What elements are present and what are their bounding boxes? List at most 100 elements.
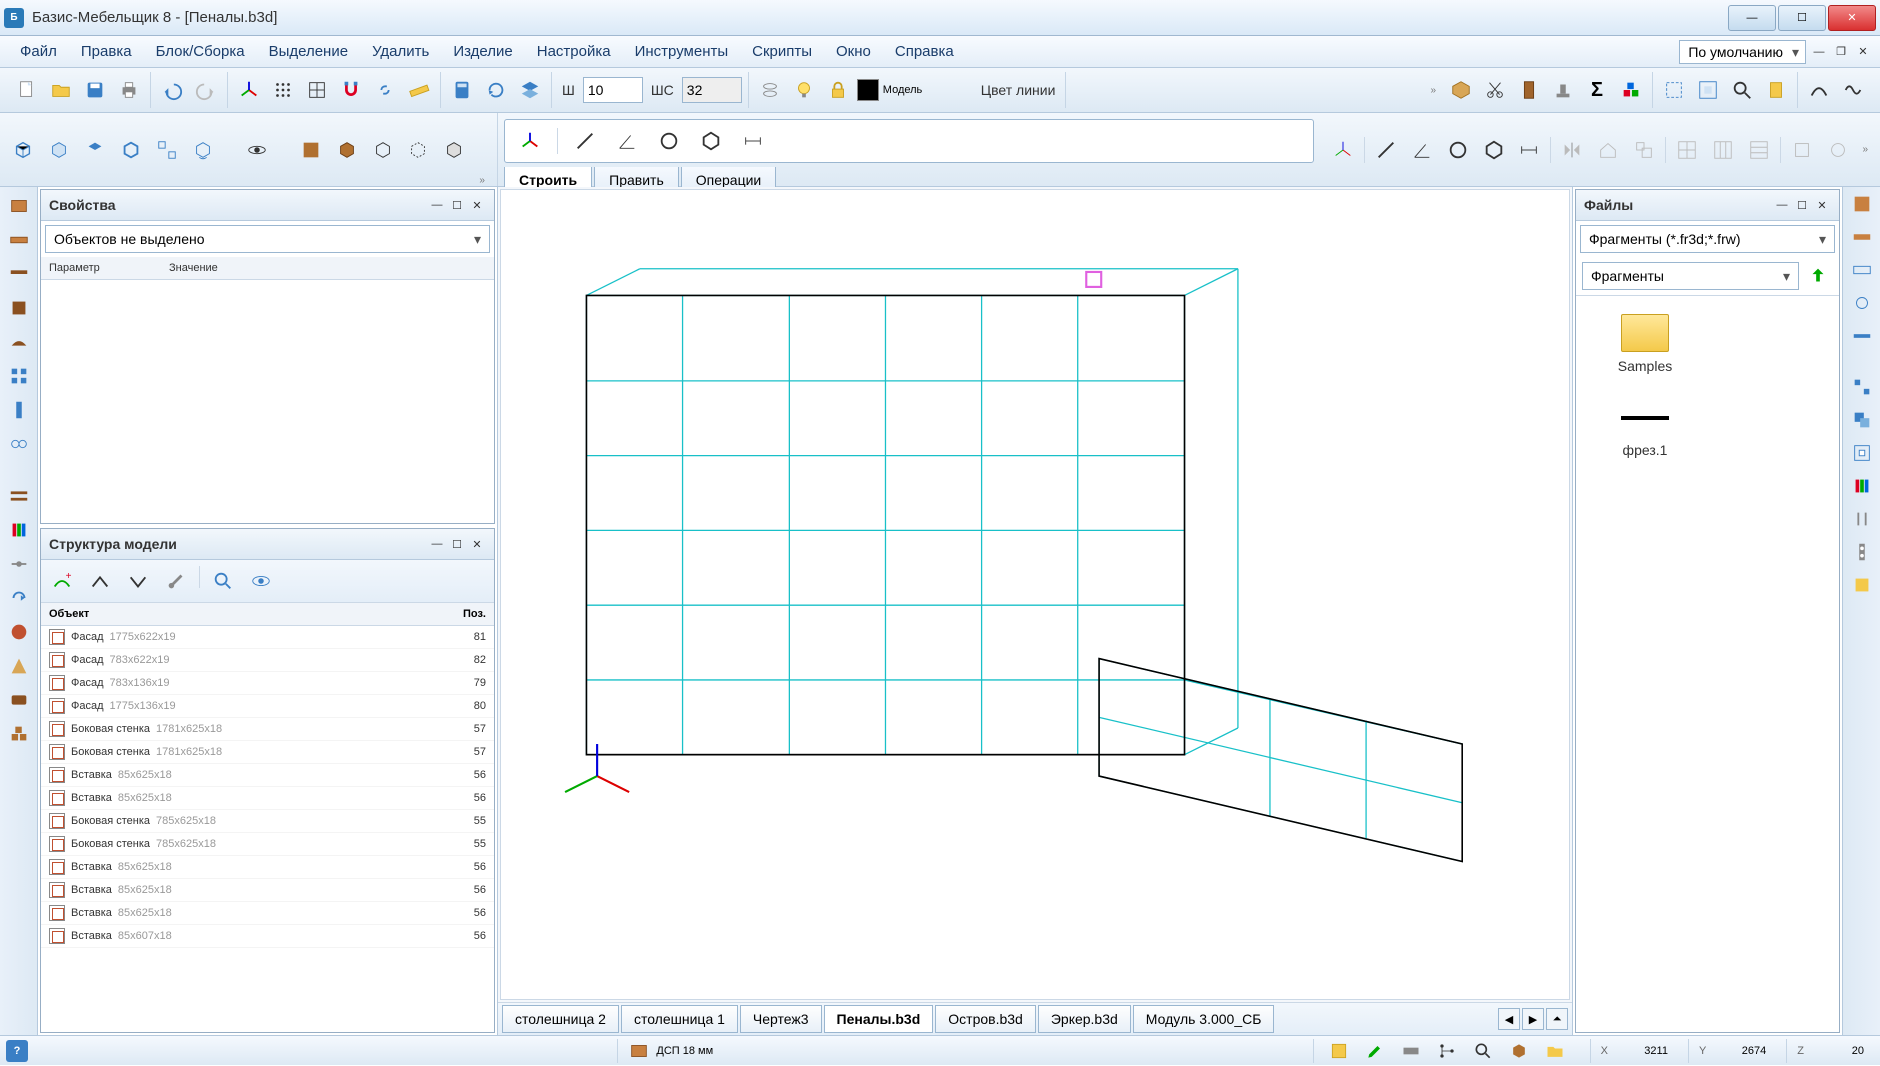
status-zoom-button[interactable] xyxy=(1468,1036,1498,1066)
cube-rotate-button[interactable] xyxy=(188,135,218,165)
doc-tab[interactable]: Эркер.b3d xyxy=(1038,1005,1131,1033)
structure-row[interactable]: Боковая стенка 785x625x18 55 xyxy=(41,810,494,833)
rstrip-edge-icon[interactable] xyxy=(1851,325,1873,350)
doc-tab[interactable]: Модуль 3.000_СБ xyxy=(1133,1005,1275,1033)
lock-button[interactable] xyxy=(823,75,853,105)
new-file-button[interactable] xyxy=(12,75,42,105)
status-select-button[interactable] xyxy=(1324,1036,1354,1066)
menu-tools[interactable]: Инструменты xyxy=(623,37,741,66)
structure-row[interactable]: Фасад 1775x136x19 80 xyxy=(41,695,494,718)
curve-button[interactable] xyxy=(1804,75,1834,105)
strip-link-icon[interactable] xyxy=(6,431,32,457)
door-button[interactable] xyxy=(1514,75,1544,105)
wireframe-button[interactable] xyxy=(368,135,398,165)
status-keys-button[interactable] xyxy=(1396,1036,1426,1066)
cut-button[interactable] xyxy=(1480,75,1510,105)
strip-sphere-icon[interactable] xyxy=(6,619,32,645)
strip-books-icon[interactable] xyxy=(6,517,32,543)
mdi-minimize-button[interactable]: — xyxy=(1810,43,1828,61)
cube-explode-button[interactable] xyxy=(152,135,182,165)
cube-iso-button[interactable] xyxy=(116,135,146,165)
struct-up-button[interactable] xyxy=(85,566,115,596)
panel-minimize-button[interactable]: — xyxy=(1773,196,1791,214)
dimension-tool[interactable] xyxy=(738,126,768,156)
strip-block-icon[interactable] xyxy=(6,295,32,321)
save-button[interactable] xyxy=(80,75,110,105)
structure-row[interactable]: Боковая стенка 1781x625x18 57 xyxy=(41,741,494,764)
struct-add-button[interactable]: + xyxy=(47,566,77,596)
dim3d-tool[interactable] xyxy=(1514,135,1544,165)
status-box-button[interactable] xyxy=(1504,1036,1534,1066)
print-button[interactable] xyxy=(114,75,144,105)
misc2-button[interactable] xyxy=(1823,135,1853,165)
structure-row[interactable]: Вставка 85x625x18 56 xyxy=(41,856,494,879)
measure-button[interactable] xyxy=(404,75,434,105)
structure-row[interactable]: Фасад 783x622x19 82 xyxy=(41,649,494,672)
plane-tool[interactable] xyxy=(1328,135,1358,165)
rstrip-panel-icon[interactable] xyxy=(1851,193,1873,218)
structure-row[interactable]: Вставка 85x625x18 56 xyxy=(41,879,494,902)
structure-row[interactable]: Вставка 85x607x18 56 xyxy=(41,925,494,948)
structure-row[interactable]: Фасад 1775x622x19 81 xyxy=(41,626,494,649)
stamp-button[interactable] xyxy=(1548,75,1578,105)
structure-row[interactable]: Вставка 85x625x18 56 xyxy=(41,902,494,925)
rstrip-board-icon[interactable] xyxy=(1851,226,1873,251)
width-input[interactable] xyxy=(583,77,643,103)
struct-find-button[interactable] xyxy=(208,566,238,596)
extrude-button[interactable] xyxy=(755,75,785,105)
doc-tab-active[interactable]: Пеналы.b3d xyxy=(824,1005,934,1033)
panel-close-button[interactable]: ✕ xyxy=(468,196,486,214)
hexagon-tool[interactable] xyxy=(696,126,726,156)
window-maximize-button[interactable]: ☐ xyxy=(1778,5,1826,31)
grid-button[interactable] xyxy=(268,75,298,105)
doc-tab[interactable]: столешница 2 xyxy=(502,1005,619,1033)
shaded-button[interactable] xyxy=(439,135,469,165)
rstrip-hole-icon[interactable] xyxy=(1851,292,1873,317)
magnet-button[interactable] xyxy=(336,75,366,105)
strip-edge-icon[interactable] xyxy=(6,261,32,287)
status-tree-button[interactable] xyxy=(1432,1036,1462,1066)
toolbar-overflow[interactable]: » xyxy=(1426,85,1440,96)
tab-expand[interactable]: ⏶ xyxy=(1546,1008,1568,1030)
panel-close-button[interactable]: ✕ xyxy=(1813,196,1831,214)
struct-visibility-button[interactable] xyxy=(246,566,276,596)
hidden-line-button[interactable] xyxy=(404,135,434,165)
strip-wallet-icon[interactable] xyxy=(6,687,32,713)
structure-row[interactable]: Боковая стенка 785x625x18 55 xyxy=(41,833,494,856)
curve2-button[interactable] xyxy=(1838,75,1868,105)
menu-scripts[interactable]: Скрипты xyxy=(740,37,824,66)
scale-button[interactable] xyxy=(1629,135,1659,165)
step-input[interactable] xyxy=(682,77,742,103)
strip-sync-icon[interactable] xyxy=(6,585,32,611)
cube-top-button[interactable] xyxy=(80,135,110,165)
line-tool[interactable] xyxy=(570,126,600,156)
strip-panel-icon[interactable] xyxy=(6,193,32,219)
layers-button[interactable] xyxy=(515,75,545,105)
structure-list[interactable]: Фасад 1775x622x19 81 Фасад 783x622x19 82… xyxy=(41,626,494,966)
rstrip-slot-icon[interactable] xyxy=(1851,259,1873,284)
menu-delete[interactable]: Удалить xyxy=(360,37,441,66)
mdi-close-button[interactable]: ✕ xyxy=(1854,43,1872,61)
axes-button[interactable] xyxy=(234,75,264,105)
panel-close-button[interactable]: ✕ xyxy=(468,535,486,553)
circle3d-tool[interactable] xyxy=(1443,135,1473,165)
doc-tab[interactable]: Остров.b3d xyxy=(935,1005,1036,1033)
bulb-button[interactable] xyxy=(789,75,819,105)
misc1-button[interactable] xyxy=(1787,135,1817,165)
gridv-button[interactable] xyxy=(1708,135,1738,165)
menu-edit[interactable]: Правка xyxy=(69,37,144,66)
sketch-axes-icon[interactable] xyxy=(515,126,545,156)
material-box-button[interactable] xyxy=(332,135,362,165)
clipboard-button[interactable] xyxy=(1761,75,1791,105)
cube-front-button[interactable] xyxy=(8,135,38,165)
strip-ruler-icon[interactable] xyxy=(6,397,32,423)
files-breadcrumb[interactable]: Фрагменты xyxy=(1582,262,1799,290)
rstrip-combine-icon[interactable] xyxy=(1851,409,1873,434)
zoom-button[interactable] xyxy=(1727,75,1757,105)
rstrip-hinge-icon[interactable] xyxy=(1851,541,1873,566)
panel-minimize-button[interactable]: — xyxy=(428,535,446,553)
menu-file[interactable]: Файл xyxy=(8,37,69,66)
menu-product[interactable]: Изделие xyxy=(441,37,524,66)
menu-settings[interactable]: Настройка xyxy=(525,37,623,66)
gridh-button[interactable] xyxy=(1744,135,1774,165)
